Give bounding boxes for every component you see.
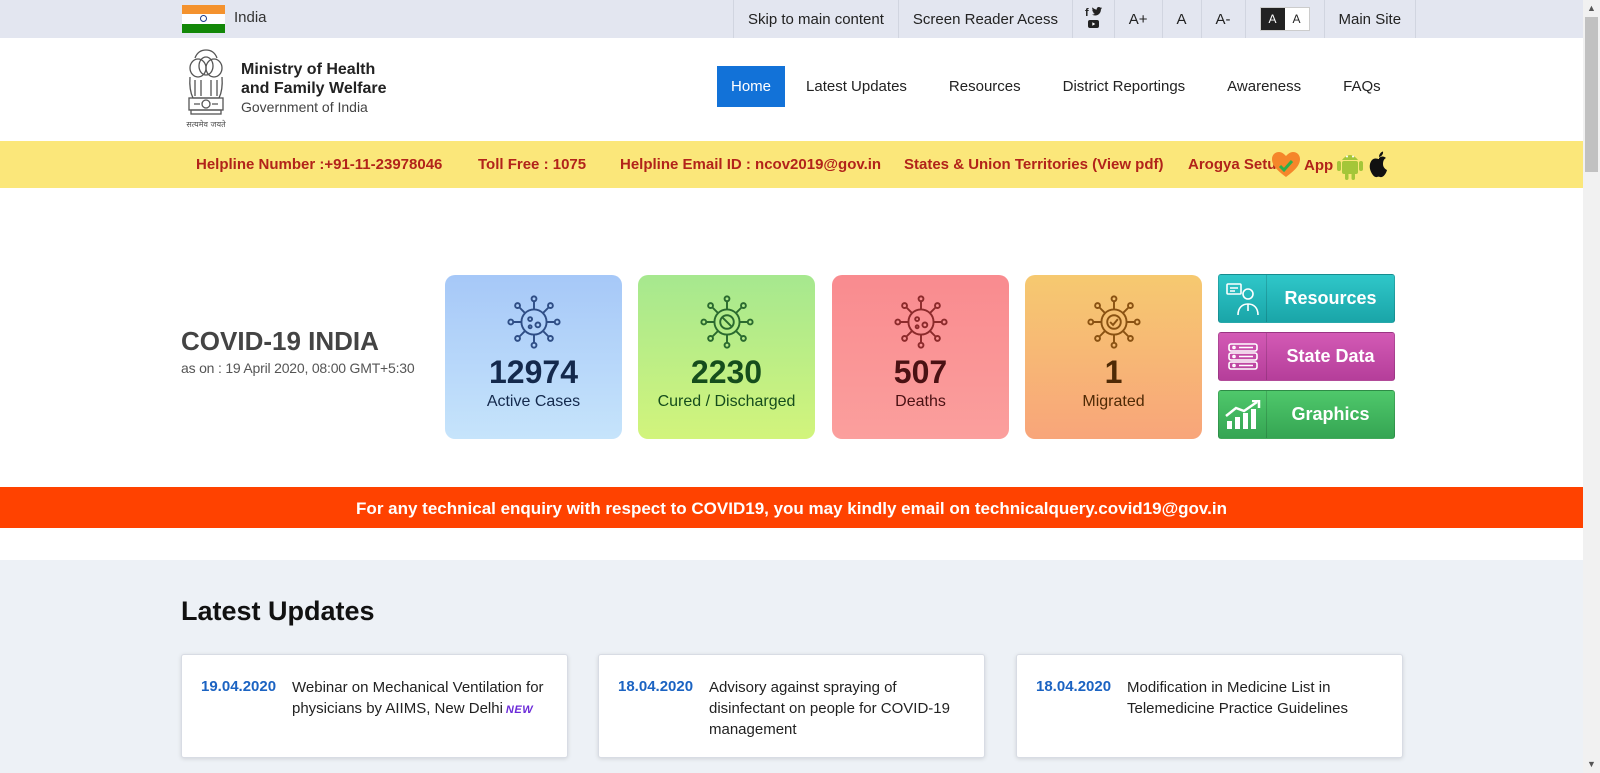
arogya-setu-label: Arogya Setu [1188,156,1277,173]
youtube-icon[interactable] [1087,19,1099,31]
main-site-link[interactable]: Main Site [1323,0,1417,38]
nav-faqs[interactable]: FAQs [1322,66,1402,107]
deaths-label: Deaths [895,393,946,410]
site-header: सत्यमेव जयते Ministry of Health and Fami… [0,38,1583,141]
helpline-email-link[interactable]: Helpline Email ID : ncov2019@gov.in [620,156,881,173]
social-links: f [1072,0,1114,38]
update-title[interactable]: Modification in Medicine List in Telemed… [1127,677,1384,719]
latest-updates-heading: Latest Updates [181,596,375,626]
app-icons: App [1272,150,1391,180]
facebook-icon[interactable]: f [1085,7,1089,19]
section-spacer [0,528,1583,560]
toll-free-link[interactable]: Toll Free : 1075 [478,156,586,173]
active-cases-label: Active Cases [486,393,581,410]
nav-latest-updates[interactable]: Latest Updates [785,66,928,107]
app-label: App [1304,156,1334,174]
update-date: 18.04.2020 [618,678,694,695]
india-flag-icon [182,5,225,33]
resources-button[interactable]: Resources [1218,274,1395,323]
arogya-setu-heart-icon[interactable] [1272,152,1300,178]
update-card[interactable]: 18.04.2020 Advisory against spraying of … [598,654,985,758]
migrated-card: 1 Migrated [1025,275,1202,439]
high-contrast-button[interactable]: A [1260,8,1285,30]
update-text[interactable]: Webinar on Mechanical Ventilation for ph… [292,677,549,721]
update-card[interactable]: 19.04.2020 Webinar on Mechanical Ventila… [181,654,568,758]
migrated-label: Migrated [1082,393,1145,410]
state-data-button[interactable]: State Data [1218,332,1395,381]
emblem-motto: सत्यमेव जयते [186,119,226,129]
technical-enquiry-banner[interactable]: For any technical enquiry with respect t… [0,487,1583,528]
graphics-button-label: Graphics [1291,404,1370,424]
apple-icon[interactable] [1367,151,1391,179]
top-links: Skip to main content Screen Reader Acess… [733,0,1417,38]
government-label: Government of India [241,99,368,115]
migrated-value: 1 [1104,354,1123,390]
virus-icon [506,295,561,349]
update-date: 19.04.2020 [201,678,277,695]
ministry-title[interactable]: Ministry of Health and Family Welfare Go… [241,60,387,117]
update-title[interactable]: Advisory against spraying of disinfectan… [709,677,966,740]
state-data-button-label: State Data [1286,346,1375,366]
virus-icon [893,295,948,349]
nav-resources[interactable]: Resources [928,66,1042,107]
nav-home[interactable]: Home [717,66,786,107]
android-icon[interactable] [1337,150,1364,180]
new-badge: NEW [505,704,534,716]
ministry-name-line1: Ministry of Health [241,61,376,78]
covid-stats-section: COVID-19 INDIA as on : 19 April 2020, 08… [0,188,1583,487]
helpline-number-link[interactable]: Helpline Number :+91-11-23978046 [196,156,442,173]
font-decrease-button[interactable]: A- [1200,0,1245,38]
font-increase-button[interactable]: A+ [1113,0,1162,38]
contrast-toggle: A A [1244,0,1324,38]
update-card[interactable]: 18.04.2020 Modification in Medicine List… [1016,654,1403,758]
page-viewport: India Skip to main content Screen Reader… [0,0,1583,773]
active-cases-card: 12974 Active Cases [445,275,622,439]
states-pdf-link[interactable]: States & Union Territories (View pdf) [904,156,1163,173]
vertical-scrollbar[interactable]: ▲ ▼ [1583,0,1600,773]
cured-value: 2230 [690,354,763,390]
graphics-button[interactable]: Graphics [1218,390,1395,439]
deaths-card: 507 Deaths [832,275,1009,439]
font-normal-button[interactable]: A [1161,0,1201,38]
nav-awareness[interactable]: Awareness [1206,66,1322,107]
twitter-icon[interactable] [1091,7,1102,19]
deaths-value: 507 [893,354,948,390]
chart-growth-icon [1219,391,1267,438]
screen-reader-link[interactable]: Screen Reader Acess [897,0,1072,38]
as-on-date: as on : 19 April 2020, 08:00 GMT+5:30 [181,360,415,376]
ministry-name-line2: and Family Welfare [241,80,387,97]
doctor-icon [1219,275,1267,322]
scroll-up-arrow-icon[interactable]: ▲ [1583,0,1600,17]
cured-label: Cured / Discharged [657,393,796,410]
national-emblem-icon[interactable]: सत्यमेव जयते [181,48,231,131]
scrollbar-thumb[interactable] [1585,17,1598,172]
main-nav: Home Latest Updates Resources District R… [717,66,1402,107]
latest-updates-section: Latest Updates 19.04.2020 Webinar on Mec… [0,560,1583,773]
virus-check-icon [1086,295,1141,349]
scroll-down-arrow-icon[interactable]: ▼ [1583,756,1600,773]
update-date: 18.04.2020 [1036,678,1112,695]
resources-button-label: Resources [1284,288,1377,308]
skip-to-main-link[interactable]: Skip to main content [733,0,898,38]
covid-india-title: COVID-19 INDIA [181,326,379,356]
server-icon [1219,333,1267,380]
normal-contrast-button[interactable]: A [1284,8,1309,30]
virus-blocked-icon [699,295,754,349]
nav-district-reportings[interactable]: District Reportings [1042,66,1207,107]
active-cases-value: 12974 [489,354,578,390]
cured-card: 2230 Cured / Discharged [638,275,815,439]
country-label: India [234,9,267,26]
top-utility-bar: India Skip to main content Screen Reader… [0,0,1583,38]
helpline-bar: Helpline Number :+91-11-23978046 Toll Fr… [0,141,1583,188]
